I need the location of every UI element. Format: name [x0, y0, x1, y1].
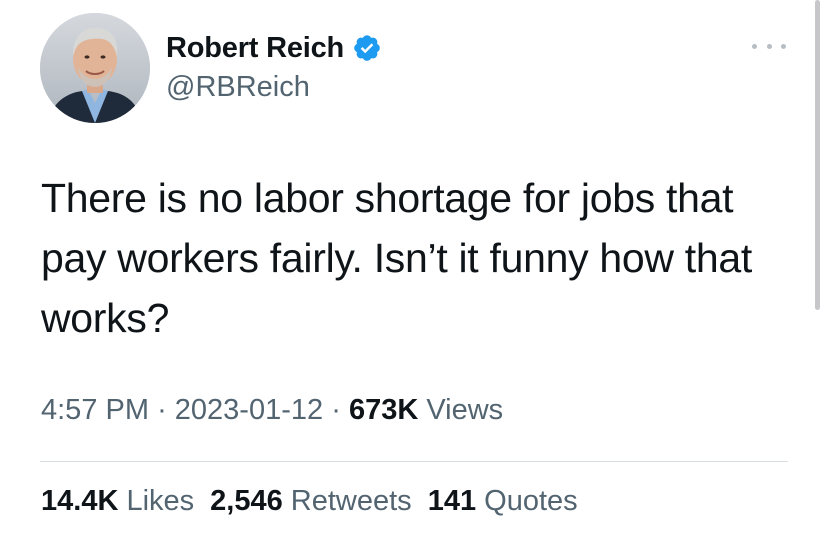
likes-stat[interactable]: 14.4K Likes — [41, 485, 194, 517]
views-label: Views — [426, 394, 504, 426]
author-handle[interactable]: @RBReich — [166, 71, 310, 104]
more-options-icon[interactable] — [752, 36, 786, 56]
views-count: 673K — [348, 394, 419, 426]
verified-badge-icon — [352, 33, 382, 63]
tweet-card: Robert Reich @RBReich There is no labor … — [0, 0, 828, 539]
author-name-row[interactable]: Robert Reich — [166, 29, 382, 67]
avatar[interactable] — [40, 13, 150, 123]
likes-count: 14.4K — [41, 485, 119, 517]
author-display-name[interactable]: Robert Reich — [166, 32, 344, 65]
tweet-date[interactable]: 2023-01-12 — [175, 394, 323, 426]
retweets-count: 2,546 — [210, 485, 283, 517]
quotes-label: Quotes — [484, 485, 578, 517]
dot-icon — [752, 43, 757, 49]
engagement-stats: 14.4K Likes 2,546 Retweets 141 Quotes — [41, 485, 578, 518]
meta-separator: · — [331, 394, 341, 426]
meta-separator: · — [157, 394, 167, 426]
dot-icon — [781, 43, 786, 49]
tweet-meta: 4:57 PM · 2023-01-12 · 673K Views — [41, 394, 503, 427]
retweets-stat[interactable]: 2,546 Retweets — [210, 485, 412, 517]
likes-label: Likes — [126, 485, 195, 517]
tweet-time[interactable]: 4:57 PM — [41, 394, 149, 426]
dot-icon — [766, 43, 772, 49]
divider — [40, 461, 788, 462]
profile-avatar-image — [40, 13, 150, 123]
retweets-label: Retweets — [290, 485, 412, 517]
quotes-stat[interactable]: 141 Quotes — [428, 485, 578, 517]
tweet-text: There is no labor shortage for jobs that… — [41, 175, 752, 341]
scrollbar[interactable] — [815, 0, 820, 310]
quotes-count: 141 — [427, 485, 477, 517]
